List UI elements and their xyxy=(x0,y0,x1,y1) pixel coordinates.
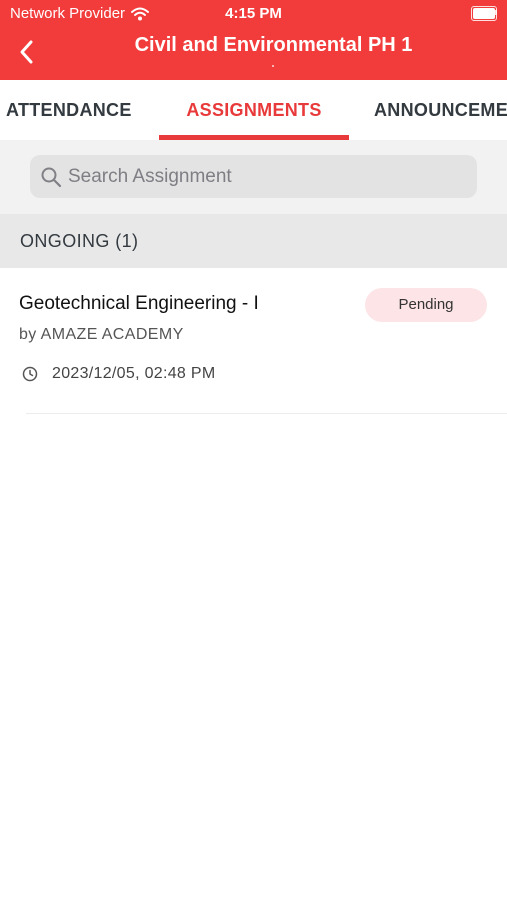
search-box[interactable] xyxy=(30,155,477,198)
assignment-author: by AMAZE ACADEMY xyxy=(19,326,184,343)
card-divider xyxy=(26,413,507,414)
back-button[interactable] xyxy=(8,36,44,72)
battery-icon xyxy=(471,6,497,21)
assignment-date-row: 2023/12/05, 02:48 PM xyxy=(22,365,215,383)
status-time: 4:15 PM xyxy=(225,5,282,22)
chevron-left-icon xyxy=(18,39,34,70)
search-area xyxy=(0,140,507,214)
status-bar: Network Provider 4:15 PM xyxy=(0,0,507,28)
search-input[interactable] xyxy=(68,165,477,188)
clock-icon xyxy=(22,366,38,382)
section-title: ONGOING (1) xyxy=(20,231,139,251)
tab-assignments[interactable]: ASSIGNMENTS xyxy=(159,80,349,140)
search-icon xyxy=(40,166,62,188)
tab-attendance[interactable]: ATTENDANCE xyxy=(6,80,132,140)
nav-bar: Civil and Environmental PH 1 xyxy=(0,28,507,80)
tab-announcements[interactable]: ANNOUNCEMENTS xyxy=(374,80,507,140)
page-title: Civil and Environmental PH 1 xyxy=(134,34,413,56)
assignment-datetime: 2023/12/05, 02:48 PM xyxy=(52,365,216,382)
section-header-ongoing: ONGOING (1) xyxy=(0,214,507,268)
screen: Network Provider 4:15 PM Civil and Envir… xyxy=(0,0,507,900)
app-header: Network Provider 4:15 PM Civil and Envir… xyxy=(0,0,507,80)
title-indicator-dot xyxy=(272,65,274,67)
tab-bar: ATTENDANCE ASSIGNMENTS ANNOUNCEMENTS xyxy=(0,80,507,140)
assignment-title: Geotechnical Engineering - I xyxy=(19,293,259,314)
assignment-card[interactable]: Geotechnical Engineering - I Pending by … xyxy=(0,268,507,414)
status-badge: Pending xyxy=(365,288,487,322)
